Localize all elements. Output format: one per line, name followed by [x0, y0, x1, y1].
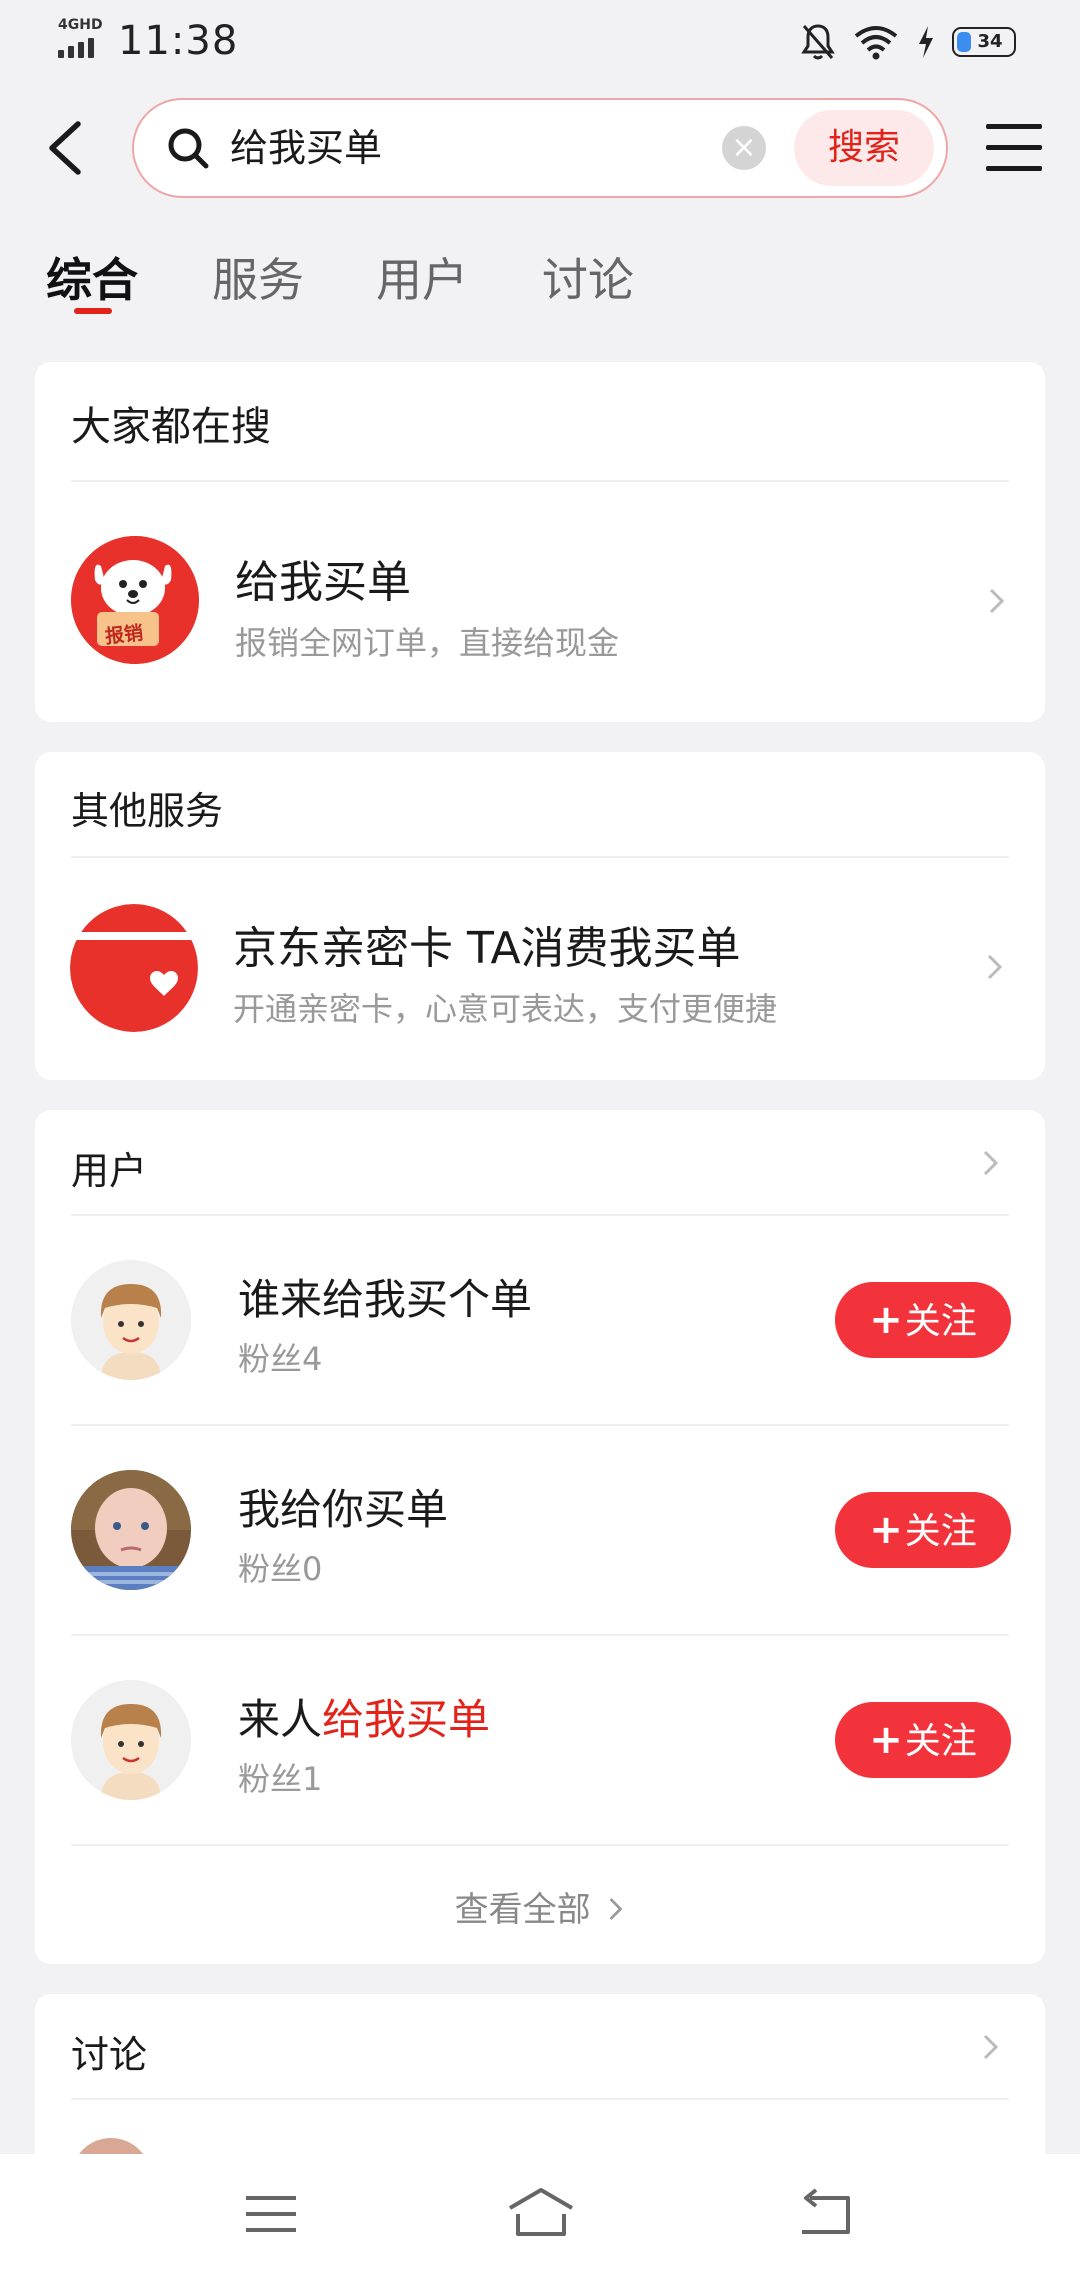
follow-button[interactable]: +关注: [835, 1282, 1011, 1358]
fans-count: 粉丝4: [238, 1340, 323, 1378]
other-services-card: 其他服务 京东亲密卡 TA消费我买单 开通亲密卡，心意可表达，支付更便捷: [35, 752, 1045, 1080]
back-button[interactable]: [42, 118, 102, 178]
intimacy-card-icon: [70, 904, 198, 1032]
service-description: 开通亲密卡，心意可表达，支付更便捷: [233, 990, 778, 1028]
divider: [71, 1634, 1009, 1636]
search-input[interactable]: 给我买单: [230, 120, 382, 176]
chevron-right-icon: [987, 586, 1007, 616]
divider: [71, 1214, 1009, 1216]
battery-icon: 34: [952, 27, 1016, 57]
plus-icon: +: [869, 1507, 903, 1553]
avatar: [71, 1470, 191, 1590]
section-title: 讨论: [71, 2033, 148, 2077]
wifi-icon: [854, 26, 898, 60]
avatar: [71, 1680, 191, 1800]
users-card: 用户 谁来给我买个单 粉丝4 +关注 我给你买单 粉丝0 +关注 来人给我买单 …: [35, 1110, 1045, 1964]
service-description: 报销全网订单，直接给现金: [235, 624, 620, 662]
user-name-highlight: 给我买单: [322, 1695, 491, 1744]
chevron-right-icon: [981, 1148, 1001, 1178]
divider: [71, 1424, 1009, 1426]
status-bar: 4GHD 11:38 34: [0, 0, 1080, 80]
home-icon[interactable]: [506, 2186, 576, 2238]
chevron-right-icon: [985, 952, 1005, 982]
service-name: 给我买单: [235, 557, 411, 608]
follow-label: 关注: [904, 1301, 977, 1342]
section-title: 大家都在搜: [71, 404, 271, 450]
section-title: 用户: [71, 1149, 148, 1193]
user-name-prefix: 来人: [238, 1695, 323, 1744]
network-type: 4GHD: [58, 17, 103, 33]
user-name: 谁来给我买个单: [238, 1275, 533, 1324]
battery-level: 34: [977, 31, 1003, 52]
tab-discussion[interactable]: 讨论: [542, 244, 634, 310]
system-navigation-bar: [0, 2154, 1080, 2280]
active-tab-indicator: [74, 308, 112, 314]
fans-count: 粉丝0: [238, 1550, 323, 1588]
clock: 11:38: [118, 18, 239, 64]
clear-icon[interactable]: ×: [722, 126, 766, 170]
follow-label: 关注: [904, 1511, 977, 1552]
follow-button[interactable]: +关注: [835, 1492, 1011, 1568]
reimburse-badge: 报销: [104, 622, 145, 648]
search-bar[interactable]: 给我买单 × 搜索: [132, 98, 948, 198]
section-title: 其他服务: [71, 789, 224, 833]
charging-icon: [919, 26, 933, 58]
menu-icon[interactable]: [986, 124, 1042, 172]
user-name: 我给你买单: [238, 1485, 449, 1534]
recent-apps-icon[interactable]: [244, 2192, 298, 2236]
chevron-right-icon: [981, 2032, 1001, 2062]
search-icon: [168, 128, 209, 169]
service-name: 京东亲密卡 TA消费我买单: [233, 923, 741, 974]
view-all-link[interactable]: 查看全部: [35, 1882, 1045, 1931]
back-nav-icon[interactable]: [796, 2188, 852, 2236]
popular-search-card: 大家都在搜 报销 给我买单 报销全网订单，直接给现金: [35, 362, 1045, 722]
view-all-label: 查看全部: [454, 1890, 591, 1930]
plus-icon: +: [869, 1717, 903, 1763]
mute-icon: [801, 24, 835, 60]
divider: [71, 2098, 1009, 2100]
tab-services[interactable]: 服务: [212, 244, 304, 310]
follow-label: 关注: [904, 1721, 977, 1762]
divider: [71, 480, 1009, 482]
user-name: 来人给我买单: [238, 1686, 490, 1747]
search-button[interactable]: 搜索: [794, 110, 934, 186]
signal-icon: [58, 36, 104, 58]
tab-comprehensive[interactable]: 综合: [46, 244, 138, 310]
tab-users[interactable]: 用户: [376, 244, 468, 310]
avatar: [71, 1260, 191, 1380]
plus-icon: +: [869, 1297, 903, 1343]
back-arrow-icon: [49, 121, 81, 175]
fans-count: 粉丝1: [238, 1760, 323, 1798]
divider: [71, 856, 1009, 858]
chevron-right-icon: [610, 1898, 623, 1920]
follow-button[interactable]: +关注: [835, 1702, 1011, 1778]
divider: [71, 1844, 1009, 1846]
